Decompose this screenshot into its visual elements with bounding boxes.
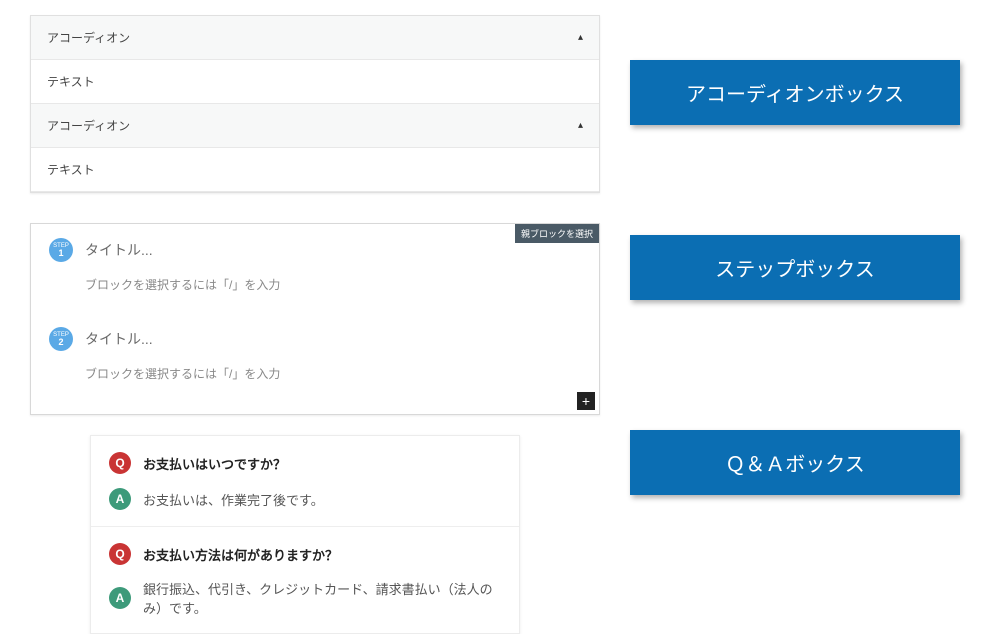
- answer-badge-icon: A: [109, 488, 131, 510]
- qa-question-text[interactable]: お支払い方法は何がありますか？: [143, 545, 338, 564]
- qa-answer-text[interactable]: 銀行振込、代引き、クレジットカード、請求書払い（法人のみ）です。: [143, 579, 501, 617]
- step-content-placeholder[interactable]: ブロックを選択するには「/」を入力: [85, 365, 581, 382]
- step-badge-icon: STEP 2: [49, 327, 73, 351]
- chevron-up-icon: ▴: [578, 120, 583, 131]
- step-item[interactable]: STEP 2 タイトル... ブロックを選択するには「/」を入力: [37, 319, 593, 408]
- parent-block-select-tag[interactable]: 親ブロックを選択: [515, 224, 599, 243]
- label-qa-box: Ｑ＆Ａボックス: [630, 430, 960, 495]
- label-step-box: ステップボックス: [630, 235, 960, 300]
- qa-question-row: Q お支払い方法は何がありますか？: [109, 543, 501, 565]
- question-badge-icon: Q: [109, 543, 131, 565]
- accordion-block: アコーディオン ▴ テキスト アコーディオン ▴ テキスト: [30, 15, 600, 193]
- accordion-header[interactable]: アコーディオン ▴: [31, 16, 599, 60]
- qa-answer-text[interactable]: お支払いは、作業完了後です。: [143, 490, 324, 509]
- qa-question-text[interactable]: お支払いはいつですか？: [143, 454, 286, 473]
- qa-item: Q お支払い方法は何がありますか？ A 銀行振込、代引き、クレジットカード、請求…: [91, 526, 519, 633]
- question-badge-icon: Q: [109, 452, 131, 474]
- step-title-input[interactable]: タイトル...: [85, 240, 153, 260]
- accordion-body[interactable]: テキスト: [31, 60, 599, 104]
- step-header: STEP 1 タイトル...: [49, 238, 581, 262]
- step-title-input[interactable]: タイトル...: [85, 329, 153, 349]
- step-badge-number: 1: [58, 249, 63, 258]
- accordion-header-label: アコーディオン: [47, 29, 130, 46]
- qa-block: Q お支払いはいつですか？ A お支払いは、作業完了後です。 Q お支払い方法は…: [90, 435, 520, 634]
- step-content-placeholder[interactable]: ブロックを選択するには「/」を入力: [85, 276, 581, 293]
- step-badge-icon: STEP 1: [49, 238, 73, 262]
- qa-item: Q お支払いはいつですか？ A お支払いは、作業完了後です。: [91, 436, 519, 526]
- chevron-up-icon: ▴: [578, 32, 583, 43]
- accordion-body[interactable]: テキスト: [31, 148, 599, 192]
- add-step-button[interactable]: +: [577, 392, 595, 410]
- qa-answer-row: A 銀行振込、代引き、クレジットカード、請求書払い（法人のみ）です。: [109, 579, 501, 617]
- accordion-header-label: アコーディオン: [47, 117, 130, 134]
- accordion-header[interactable]: アコーディオン ▴: [31, 104, 599, 148]
- step-block: 親ブロックを選択 STEP 1 タイトル... ブロックを選択するには「/」を入…: [30, 223, 600, 415]
- qa-question-row: Q お支払いはいつですか？: [109, 452, 501, 474]
- answer-badge-icon: A: [109, 587, 131, 609]
- plus-icon: +: [582, 394, 590, 408]
- step-badge-number: 2: [58, 338, 63, 347]
- label-accordion-box: アコーディオンボックス: [630, 60, 960, 125]
- step-header: STEP 2 タイトル...: [49, 327, 581, 351]
- qa-answer-row: A お支払いは、作業完了後です。: [109, 488, 501, 510]
- step-item[interactable]: STEP 1 タイトル... ブロックを選択するには「/」を入力: [37, 230, 593, 319]
